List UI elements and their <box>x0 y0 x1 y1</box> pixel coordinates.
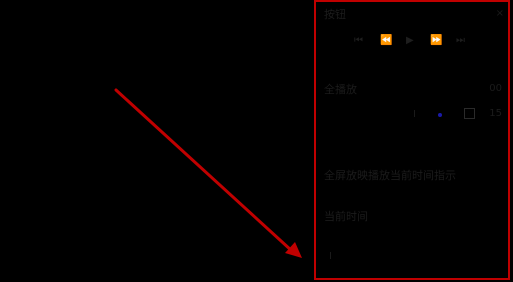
panel-title: 按钮 <box>324 8 346 21</box>
play-button[interactable]: ▶ <box>406 36 414 46</box>
forward-button[interactable]: ⏩ <box>430 36 442 46</box>
timeline-marker-icon <box>330 252 331 259</box>
rewind-button[interactable]: ⏪ <box>380 36 392 46</box>
settings-panel: 按钮 × ⏮ ⏪ ▶ ⏩ ⏭ 全播放 00 15 全屏放映播放当前时间指示 当前… <box>314 0 510 280</box>
section-one-label: 全播放 <box>324 83 357 96</box>
arrow-head <box>285 242 302 258</box>
last-frame-button[interactable]: ⏭ <box>456 36 465 46</box>
marker-icon <box>414 110 415 117</box>
arrow-shaft <box>114 88 294 253</box>
option-value: 15 <box>489 108 502 119</box>
checkbox[interactable] <box>464 108 475 119</box>
first-frame-button[interactable]: ⏮ <box>354 36 363 46</box>
section-three-label: 当前时间 <box>324 210 368 223</box>
close-icon[interactable]: × <box>496 9 504 19</box>
section-one-value: 00 <box>489 83 502 94</box>
section-two-label: 全屏放映播放当前时间指示 <box>324 169 456 182</box>
screenshot-canvas: 按钮 × ⏮ ⏪ ▶ ⏩ ⏭ 全播放 00 15 全屏放映播放当前时间指示 当前… <box>0 0 513 282</box>
selected-dot-icon[interactable] <box>438 113 442 117</box>
